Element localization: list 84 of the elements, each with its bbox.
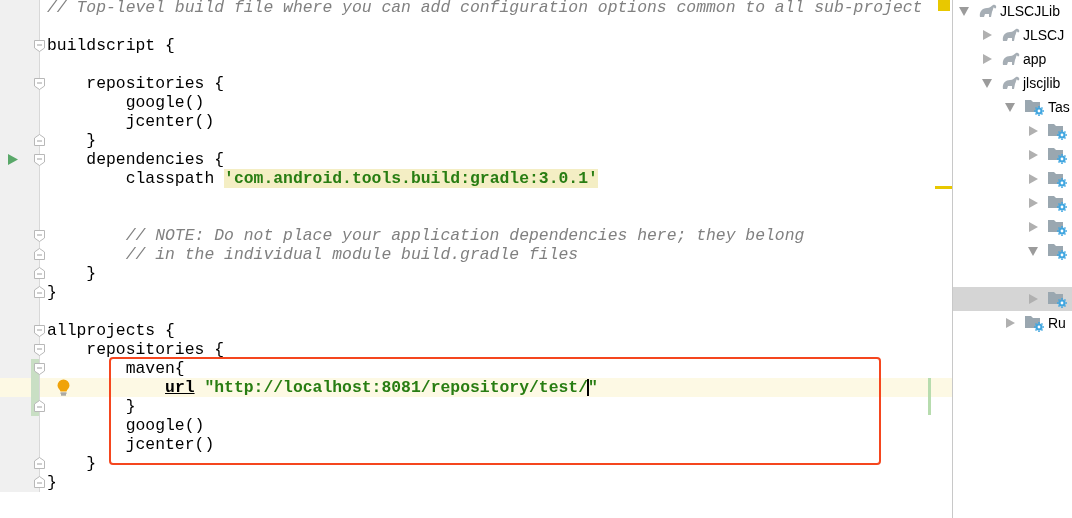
code-text: } (85, 454, 97, 473)
gear-folder-icon (1048, 290, 1068, 308)
tree-row[interactable]: jlscjlib (953, 71, 1072, 95)
code-text: repositories { (85, 74, 225, 93)
elephant-icon (1002, 52, 1020, 66)
gear-folder-icon (1048, 170, 1068, 188)
collapsed-arrow-icon[interactable] (981, 29, 993, 41)
string-literal: " (588, 378, 598, 397)
tree-label: jlscjlib (1023, 73, 1061, 93)
fold-icon[interactable] (34, 286, 45, 298)
collapsed-arrow-icon[interactable] (1027, 293, 1039, 305)
tree-row[interactable]: JLSCJ (953, 23, 1072, 47)
code-text: jcenter() (124, 112, 215, 131)
fold-icon[interactable] (34, 476, 45, 488)
gear-folder-icon (1025, 314, 1045, 332)
lightbulb-icon[interactable] (57, 379, 70, 396)
fold-icon[interactable] (34, 344, 45, 356)
fold-icon[interactable] (34, 78, 45, 90)
fold-icon[interactable] (34, 154, 45, 166)
fold-icon[interactable] (34, 457, 45, 469)
fold-icon[interactable] (34, 267, 45, 279)
fold-icon[interactable] (34, 134, 45, 146)
code-text: jcenter() (124, 435, 215, 454)
expanded-arrow-icon[interactable] (1004, 101, 1016, 113)
code-text: } (85, 264, 97, 283)
gear-folder-icon (1048, 242, 1068, 260)
gear-folder-icon (1025, 98, 1045, 116)
code-text: } (47, 473, 57, 492)
fold-icon[interactable] (34, 363, 45, 375)
code-text: dependencies { (85, 150, 225, 169)
elephant-icon (979, 4, 997, 18)
tree-label: Ru (1048, 313, 1066, 333)
code-text: repositories { (85, 340, 225, 359)
fold-icon[interactable] (34, 230, 45, 242)
collapsed-arrow-icon[interactable] (1004, 317, 1016, 329)
fold-icon[interactable] (34, 325, 45, 337)
collapsed-arrow-icon[interactable] (1027, 173, 1039, 185)
line-gutter (0, 0, 40, 17)
text-caret (587, 379, 589, 397)
string-literal: "http://localhost:8081/repository/test/ (203, 378, 588, 397)
code-text: classpath (124, 169, 216, 188)
collapsed-arrow-icon[interactable] (1027, 197, 1039, 209)
run-icon[interactable] (8, 154, 18, 165)
tree-label: app (1023, 49, 1047, 69)
tree-label: JLSCJ (1023, 25, 1065, 45)
elephant-icon (1002, 76, 1020, 90)
expanded-arrow-icon[interactable] (981, 77, 993, 89)
code-text: allprojects { (47, 321, 175, 340)
gear-folder-icon (1048, 122, 1068, 140)
gear-folder-icon (1048, 218, 1068, 236)
fold-icon[interactable] (34, 40, 45, 52)
code-text: } (124, 397, 136, 416)
tree-row[interactable]: Ru (953, 311, 1072, 335)
fold-icon[interactable] (34, 400, 45, 412)
tree-row[interactable]: app (953, 47, 1072, 71)
code-comment: // NOTE: Do not place your application dependencies here; they belong (124, 226, 805, 245)
code-text: maven{ (124, 359, 185, 378)
warning-marker[interactable] (938, 0, 950, 11)
gear-folder-icon (1048, 146, 1068, 164)
tree-row[interactable]: Tas (953, 95, 1072, 119)
code-comment: // Top-level build file where you can add configuration options common to all sub-project (47, 0, 923, 17)
code-text: google() (124, 416, 205, 435)
collapsed-arrow-icon[interactable] (981, 53, 993, 65)
collapsed-arrow-icon[interactable] (1027, 149, 1039, 161)
change-stripe (928, 378, 931, 415)
tree-row[interactable] (953, 287, 1072, 311)
line-gutter (0, 473, 40, 492)
expanded-arrow-icon[interactable] (1027, 245, 1039, 257)
collapsed-arrow-icon[interactable] (1027, 221, 1039, 233)
fold-icon[interactable] (34, 248, 45, 260)
string-literal: 'com.android.tools.build:gradle:3.0.1' (224, 169, 598, 188)
code-comment: // in the individual module build.gradle files (124, 245, 579, 264)
tree-label: Tas (1048, 97, 1070, 117)
code-keyword: url (165, 378, 195, 397)
collapsed-arrow-icon[interactable] (1027, 125, 1039, 137)
tree-row[interactable]: JLSCJLib (953, 0, 1072, 23)
code-text: buildscript { (47, 36, 175, 55)
code-text: } (85, 131, 97, 150)
code-text: google() (124, 93, 205, 112)
expanded-arrow-icon[interactable] (958, 5, 970, 17)
tree-label: JLSCJLib (1000, 1, 1060, 21)
elephant-icon (1002, 28, 1020, 42)
code-text: } (47, 283, 57, 302)
gear-folder-icon (1048, 194, 1068, 212)
